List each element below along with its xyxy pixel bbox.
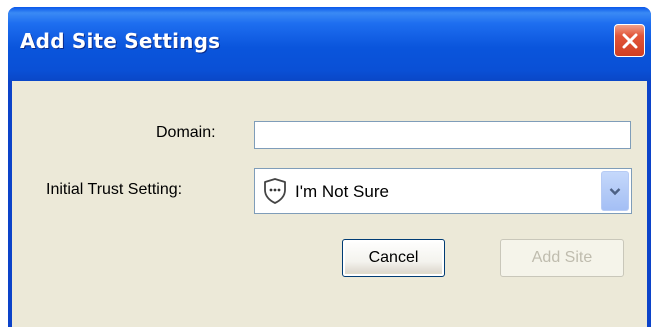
dropdown-button[interactable]: [601, 171, 629, 211]
dialog-body: Domain: Initial Trust Setting: I'm Not S…: [12, 81, 647, 327]
close-icon: [622, 33, 638, 49]
trust-setting-dropdown[interactable]: I'm Not Sure: [254, 168, 632, 214]
chevron-down-icon: [609, 188, 621, 196]
dialog-title: Add Site Settings: [20, 29, 221, 53]
domain-input[interactable]: [254, 121, 631, 149]
trust-setting-value: I'm Not Sure: [295, 182, 389, 201]
cancel-button[interactable]: Cancel: [342, 239, 445, 277]
trust-setting-label: Initial Trust Setting:: [46, 181, 183, 198]
domain-label: Domain:: [156, 124, 216, 141]
add-site-button-label: Add Site: [531, 249, 593, 266]
add-site-button[interactable]: Add Site: [500, 239, 624, 277]
shield-icon: [264, 178, 286, 204]
title-bar[interactable]: Add Site Settings: [8, 7, 651, 81]
close-button[interactable]: [614, 24, 645, 57]
dialog-window: Add Site Settings Domain: Initial Trust …: [8, 7, 651, 327]
cancel-button-label: Cancel: [368, 249, 419, 266]
